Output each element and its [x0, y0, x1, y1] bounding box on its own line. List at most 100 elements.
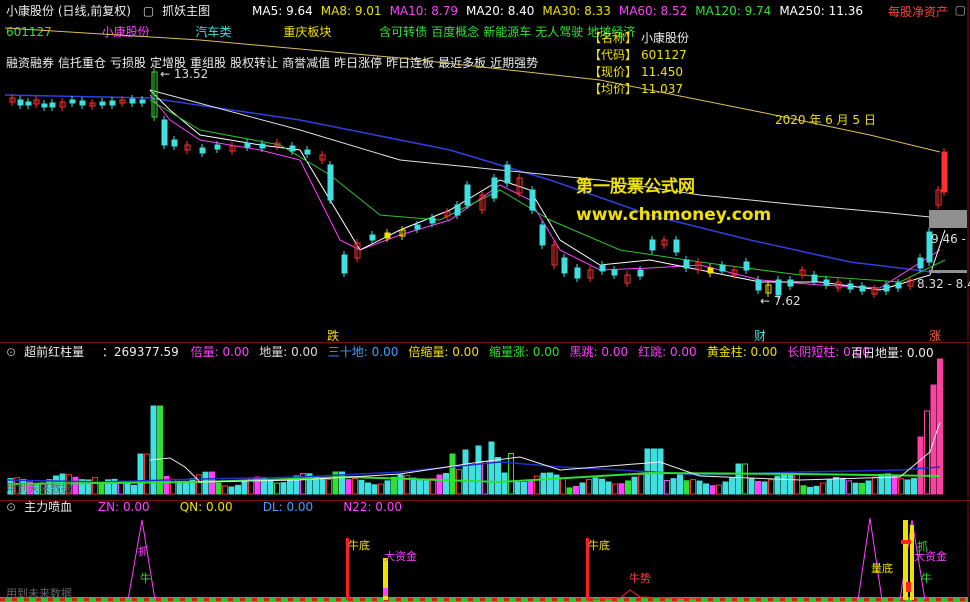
signal-spike-1	[127, 519, 156, 601]
signal-tick	[901, 540, 911, 544]
baseline-tick	[408, 598, 413, 601]
candle	[611, 269, 618, 276]
baseline-tick	[468, 598, 473, 601]
candle	[917, 257, 924, 269]
volume-bar	[482, 461, 488, 495]
baseline-tick	[108, 598, 113, 601]
baseline-tick	[216, 598, 221, 601]
baseline-tick	[936, 598, 941, 601]
candle	[883, 284, 890, 292]
volume-future-note: 用到未来数据	[6, 482, 72, 495]
volume-bar	[599, 478, 605, 495]
volume-bar	[378, 483, 384, 495]
baseline-tick	[72, 598, 77, 601]
volume-bar	[573, 485, 579, 495]
baseline-tick	[744, 598, 749, 601]
label-niu-1: 牛	[140, 572, 151, 585]
volume-bar	[365, 482, 371, 495]
label-niudi-2: 牛底	[588, 539, 610, 552]
volume-bar	[137, 453, 144, 495]
low-price-label: ← 7.62	[760, 294, 801, 308]
volume-chart[interactable]	[0, 342, 970, 502]
candle	[17, 99, 24, 106]
signal-tick-2	[906, 582, 911, 592]
volume-bar	[176, 480, 183, 495]
volume-bar	[911, 478, 917, 495]
volume-bar	[326, 478, 332, 495]
volume-bar	[527, 479, 534, 495]
volume-bar	[209, 471, 215, 495]
baseline-tick	[492, 598, 497, 601]
volume-bar	[748, 478, 755, 495]
candle	[504, 164, 511, 184]
baseline-tick	[756, 598, 761, 601]
volume-bar	[462, 449, 469, 495]
volume-bar	[202, 471, 209, 495]
candle	[244, 142, 251, 148]
volume-bar	[352, 478, 358, 495]
volume-bar	[820, 482, 826, 495]
candle	[109, 100, 116, 106]
baseline-tick	[96, 598, 101, 601]
volume-bar	[72, 476, 79, 495]
baseline-tick	[660, 598, 665, 601]
candle	[129, 98, 136, 104]
candle	[811, 274, 818, 282]
baseline-tick	[732, 598, 737, 601]
volume-bar	[761, 481, 768, 495]
baseline-tick	[144, 598, 149, 601]
baseline-tick	[0, 598, 5, 601]
label-niudi-1: 牛底	[348, 539, 370, 552]
baseline-tick	[168, 598, 173, 601]
candle	[707, 267, 714, 274]
candle	[369, 234, 376, 241]
candle	[79, 100, 86, 106]
volume-bar	[917, 436, 924, 495]
candle	[259, 143, 266, 149]
price-chart[interactable]	[0, 0, 970, 340]
volume-bar	[852, 482, 859, 495]
candle	[775, 279, 782, 296]
volume-bar	[813, 485, 820, 495]
volume-bar	[131, 484, 137, 495]
candle	[69, 99, 76, 104]
baseline-tick	[840, 598, 845, 601]
volume-bar	[384, 480, 391, 495]
volume-bar	[579, 482, 586, 495]
baseline-tick	[804, 598, 809, 601]
volume-bar	[670, 478, 677, 495]
high-price-label: ← 13.52	[160, 67, 209, 81]
volume-bar	[612, 483, 618, 495]
volume-bar	[586, 479, 592, 495]
candle	[574, 267, 581, 279]
watermark-url: www.chnmoney.com	[576, 205, 772, 225]
baseline-tick	[312, 598, 317, 601]
candle	[895, 282, 902, 289]
baseline-tick	[84, 598, 89, 601]
volume-bar	[98, 482, 105, 495]
volume-bar	[729, 477, 735, 495]
volume-bar	[794, 473, 800, 495]
volume-bar	[215, 482, 222, 495]
candle	[49, 102, 56, 108]
volume-bar	[755, 480, 761, 495]
volume-bar	[449, 453, 456, 495]
volume-bar	[417, 480, 423, 495]
volume-bar	[664, 479, 670, 495]
volume-bar	[222, 485, 228, 495]
volume-bar	[781, 472, 787, 495]
volume-bar	[605, 481, 612, 495]
baseline-tick	[324, 598, 329, 601]
baseline-tick	[192, 598, 197, 601]
baseline-tick	[540, 598, 545, 601]
volume-bar	[469, 465, 475, 495]
volume-bar	[280, 482, 287, 495]
baseline-tick	[648, 598, 653, 601]
baseline-tick	[252, 598, 257, 601]
volume-bar	[430, 478, 436, 495]
volume-bar	[423, 480, 430, 495]
candle	[637, 269, 644, 277]
candle	[25, 101, 32, 106]
right-price-2: 8.32 - 8.4	[917, 277, 970, 291]
volume-bar	[807, 486, 813, 495]
